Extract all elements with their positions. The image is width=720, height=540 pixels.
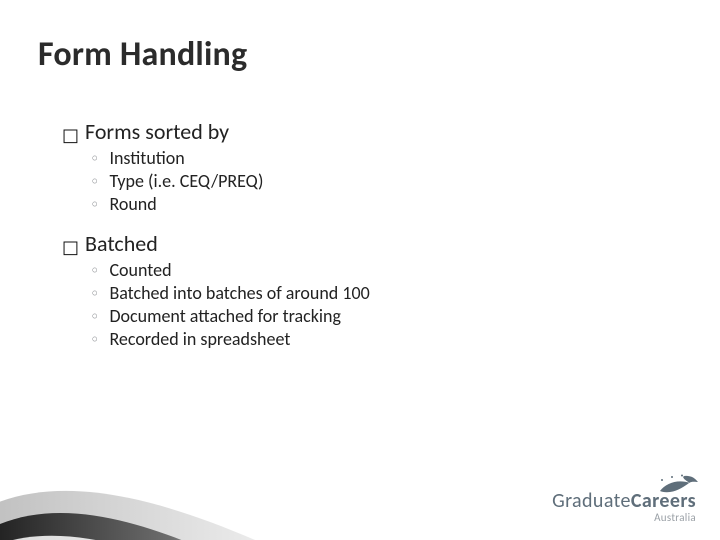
subbullet: ◦ Document attached for tracking [90, 305, 680, 327]
subbullet-marker-icon: ◦ [90, 330, 99, 349]
subbullet-marker-icon: ◦ [90, 172, 99, 191]
decorative-swoosh-icon [0, 390, 300, 540]
slide-title: Form Handling [38, 34, 247, 75]
subbullet-label: Document attached for tracking [109, 305, 341, 327]
bullet-box-icon: □ [62, 239, 79, 257]
subbullet-label: Type (i.e. CEQ/PREQ) [109, 170, 263, 192]
subbullet-label: Round [109, 193, 156, 215]
subbullet-label: Recorded in spreadsheet [109, 328, 290, 350]
slide-body: □ Forms sorted by ◦ Institution ◦ Type (… [62, 114, 680, 351]
subbullet-marker-icon: ◦ [90, 195, 99, 214]
subbullet-label: Institution [109, 147, 184, 169]
logo-word-australia: Australia [552, 511, 696, 524]
brand-logo: GraduateCareers Australia [552, 489, 696, 524]
bullet-batched: □ Batched [62, 230, 680, 257]
subbullet-marker-icon: ◦ [90, 284, 99, 303]
subbullet: ◦ Type (i.e. CEQ/PREQ) [90, 170, 680, 192]
subbullet: ◦ Counted [90, 259, 680, 281]
subbullet-label: Counted [109, 259, 171, 281]
logo-word-graduate: Graduate [552, 489, 631, 513]
subbullet-marker-icon: ◦ [90, 261, 99, 280]
subbullet: ◦ Round [90, 193, 680, 215]
subbullet: ◦ Recorded in spreadsheet [90, 328, 680, 350]
subbullet-marker-icon: ◦ [90, 149, 99, 168]
subbullet: ◦ Batched into batches of around 100 [90, 282, 680, 304]
bullet-label: Forms sorted by [85, 118, 229, 145]
logo-word-careers: Careers [631, 489, 696, 513]
subbullet-label: Batched into batches of around 100 [109, 282, 369, 304]
bullet-forms-sorted-by: □ Forms sorted by [62, 118, 680, 145]
subbullet: ◦ Institution [90, 147, 680, 169]
bullet-label: Batched [85, 230, 158, 257]
lizard-icon [656, 473, 700, 495]
subbullet-marker-icon: ◦ [90, 307, 99, 326]
bullet-box-icon: □ [62, 127, 79, 145]
